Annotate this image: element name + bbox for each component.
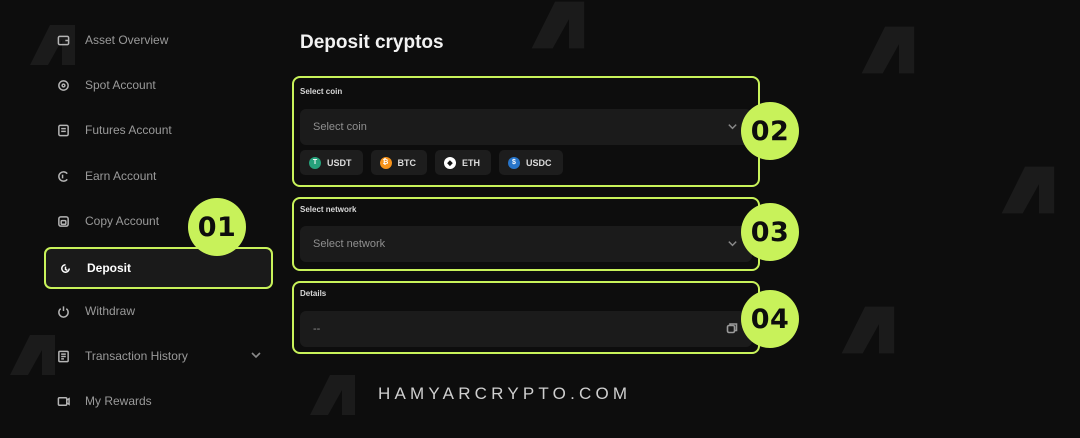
select-coin-panel: Select coin Select coin T USDT ₿ BTC ◆ E… [292, 76, 760, 187]
sidebar-item-deposit[interactable]: Deposit [44, 247, 273, 289]
sidebar-item-label: Futures Account [85, 123, 172, 137]
watermark-logo [300, 370, 360, 420]
step-badge-02: 02 [741, 102, 799, 160]
select-network-dropdown[interactable]: Select network [300, 226, 752, 262]
sidebar-item-label: Earn Account [85, 169, 157, 183]
details-field[interactable]: -- [300, 311, 752, 347]
history-icon [56, 349, 70, 363]
sidebar-item-asset-overview[interactable]: Asset Overview [44, 19, 274, 61]
coin-chip-usdc[interactable]: $ USDC [499, 150, 563, 175]
coin-symbol: USDT [327, 157, 352, 168]
spot-icon [56, 78, 70, 92]
watermark-logo [850, 20, 920, 80]
select-network-placeholder: Select network [313, 238, 386, 250]
details-panel: Details -- [292, 281, 760, 354]
chevron-down-icon[interactable] [250, 349, 262, 361]
quick-coin-list: T USDT ₿ BTC ◆ ETH $ USDC [300, 150, 563, 175]
watermark-logo [990, 160, 1060, 220]
usdc-icon: $ [508, 156, 520, 169]
sidebar-item-label: Spot Account [85, 78, 156, 92]
deposit-icon [58, 261, 72, 275]
watermark-logo [830, 300, 900, 360]
sidebar-item-my-rewards[interactable]: My Rewards [44, 380, 274, 422]
coin-symbol: USDC [526, 157, 552, 168]
sidebar-item-label: Asset Overview [85, 33, 169, 47]
step-badge-03: 03 [741, 203, 799, 261]
chevron-down-icon [727, 121, 738, 132]
sidebar-item-label: My Rewards [85, 394, 152, 408]
btc-icon: ₿ [379, 156, 392, 169]
select-coin-dropdown[interactable]: Select coin [300, 109, 752, 145]
coin-chip-btc[interactable]: ₿ BTC [370, 150, 427, 175]
sidebar-item-label: Transaction History [85, 349, 188, 363]
coin-symbol: BTC [397, 157, 417, 168]
page-title: Deposit cryptos [300, 32, 444, 53]
step-badge-04: 04 [741, 290, 799, 348]
step-badge-01: 01 [188, 198, 246, 256]
sidebar-item-transaction-history[interactable]: Transaction History [44, 335, 274, 377]
copy-icon [56, 214, 70, 228]
details-label: Details [300, 289, 327, 298]
select-coin-placeholder: Select coin [313, 121, 367, 133]
earn-icon [56, 169, 70, 183]
withdraw-icon [56, 304, 70, 318]
site-url: HAMYARCRYPTO.COM [378, 384, 632, 403]
coin-chip-eth[interactable]: ◆ ETH [435, 150, 491, 175]
sidebar-item-futures-account[interactable]: Futures Account [44, 109, 274, 151]
coin-symbol: ETH [462, 157, 480, 168]
futures-icon [56, 123, 70, 137]
sidebar-item-label: Withdraw [85, 304, 136, 318]
chevron-down-icon [727, 238, 738, 249]
sidebar-item-label: Deposit [87, 261, 132, 275]
copy-icon[interactable] [726, 322, 738, 334]
rewards-icon [56, 394, 70, 408]
details-value: -- [313, 323, 321, 335]
sidebar-item-earn-account[interactable]: Earn Account [44, 155, 274, 197]
select-network-label: Select network [300, 205, 357, 214]
coin-chip-usdt[interactable]: T USDT [300, 150, 363, 175]
wallet-icon [56, 33, 70, 47]
watermark-logo [520, 0, 590, 55]
select-network-panel: Select network Select network [292, 197, 760, 271]
sidebar-item-label: Copy Account [85, 214, 160, 228]
usdt-icon: T [309, 156, 321, 169]
sidebar-item-spot-account[interactable]: Spot Account [44, 64, 274, 106]
eth-icon: ◆ [444, 156, 456, 169]
sidebar-item-withdraw[interactable]: Withdraw [44, 290, 274, 332]
select-coin-label: Select coin [300, 87, 343, 96]
